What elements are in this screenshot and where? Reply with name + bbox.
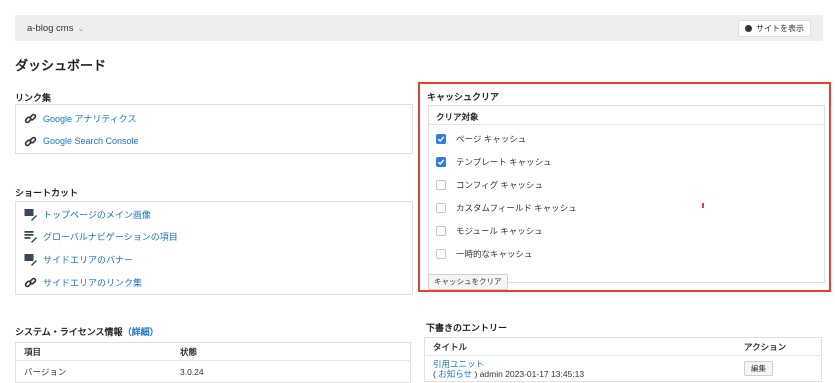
draft-action-cell: 編集 xyxy=(736,356,822,382)
cache-option-config[interactable]: コンフィグ キャッシュ xyxy=(436,178,543,192)
shortcut-label: サイドエリアのリンク集 xyxy=(43,277,143,288)
image-edit-icon xyxy=(24,208,37,221)
system-detail-link[interactable]: （詳細） xyxy=(123,327,159,337)
system-table: 項目 状態 バージョン 3.0.24 xyxy=(15,342,411,383)
draft-author-date: admin 2023-01-17 13:45:13 xyxy=(479,368,585,379)
system-title-label: システム・ライセンス情報 xyxy=(15,327,123,337)
site-topbar: a-blog cms ⌄ サイトを表示 xyxy=(15,15,823,41)
cache-clear-panel: キャッシュクリア クリア対象 ページ キャッシュ テンプレート キャッシュ コン… xyxy=(418,82,831,292)
drafts-table: タイトル アクション 引用ユニット ( お知らせ ) admin 2023-01… xyxy=(424,337,822,382)
checkbox-unchecked[interactable] xyxy=(436,180,446,190)
link-icon xyxy=(24,135,37,148)
link-icon xyxy=(24,112,37,125)
clear-cache-button[interactable]: キャッシュをクリア xyxy=(428,274,508,290)
checkbox-checked[interactable] xyxy=(436,134,446,144)
page-title: ダッシュボード xyxy=(15,58,107,73)
checkbox-unchecked[interactable] xyxy=(436,203,446,213)
shortcuts-section-title: ショートカット xyxy=(15,188,79,198)
cache-option-customfield[interactable]: カスタムフィールド キャッシュ xyxy=(436,201,577,215)
site-switcher[interactable]: a-blog cms ⌄ xyxy=(27,23,84,34)
annotation-mark xyxy=(702,203,704,208)
draft-category-open: ( xyxy=(433,368,436,379)
shortcut-label: トップページのメイン画像 xyxy=(43,209,151,220)
draft-category-link[interactable]: お知らせ xyxy=(438,369,472,379)
list-edit-icon xyxy=(24,230,37,243)
column-header: 項目 xyxy=(24,346,42,357)
table-header-row: 項目 状態 xyxy=(15,343,411,361)
globe-icon xyxy=(745,25,752,32)
shortcuts-box: トップページのメイン画像 グローバルナビゲーションの項目 サイドエリアのバナー … xyxy=(15,201,413,295)
table-header-row: タイトル アクション xyxy=(424,338,822,356)
site-name-label: a-blog cms xyxy=(27,23,74,34)
cache-options-box: クリア対象 ページ キャッシュ テンプレート キャッシュ コンフィグ キャッシュ… xyxy=(428,105,825,283)
column-header: 状態 xyxy=(180,346,198,357)
link-label: Google アナリティクス xyxy=(43,113,137,124)
table-row: バージョン 3.0.24 xyxy=(16,361,411,383)
draft-entry-cell: 引用ユニット ( お知らせ ) admin 2023-01-17 13:45:1… xyxy=(425,356,737,382)
cache-option-label: ページ キャッシュ xyxy=(456,134,527,144)
cache-option-temporary[interactable]: 一時的なキャッシュ xyxy=(436,247,533,261)
links-box: Google アナリティクス Google Search Console xyxy=(15,104,413,154)
links-section-title: リンク集 xyxy=(15,93,52,103)
cache-option-template[interactable]: テンプレート キャッシュ xyxy=(436,155,552,169)
cache-option-page[interactable]: ページ キャッシュ xyxy=(436,132,526,146)
shortcut-top-main-image[interactable]: トップページのメイン画像 xyxy=(24,207,151,221)
cache-target-header: クリア対象 xyxy=(429,106,824,125)
image-edit-icon xyxy=(24,253,37,266)
draft-entry-title[interactable]: 引用ユニット xyxy=(433,359,728,369)
draft-category-close: ) xyxy=(474,368,478,379)
draft-entry-meta: ( お知らせ ) admin 2023-01-17 13:45:13 xyxy=(433,369,728,379)
table-cell: 3.0.24 xyxy=(180,366,204,377)
link-google-analytics[interactable]: Google アナリティクス xyxy=(24,111,137,125)
shortcut-side-banner[interactable]: サイドエリアのバナー xyxy=(24,252,133,266)
edit-button[interactable]: 編集 xyxy=(744,361,773,376)
checkbox-checked[interactable] xyxy=(436,157,446,167)
checkbox-unchecked[interactable] xyxy=(436,249,446,259)
link-google-search-console[interactable]: Google Search Console xyxy=(24,134,139,148)
cache-option-module[interactable]: モジュール キャッシュ xyxy=(436,224,543,238)
checkbox-unchecked[interactable] xyxy=(436,226,446,236)
cache-option-label: コンフィグ キャッシュ xyxy=(456,180,543,190)
view-site-label: サイトを表示 xyxy=(756,24,804,33)
system-section-title: システム・ライセンス情報（詳細） xyxy=(15,325,159,338)
view-site-button[interactable]: サイトを表示 xyxy=(738,20,811,37)
link-label: Google Search Console xyxy=(43,136,139,146)
table-cell: バージョン xyxy=(24,366,67,377)
chevron-down-icon: ⌄ xyxy=(77,24,85,33)
shortcut-side-links[interactable]: サイドエリアのリンク集 xyxy=(24,275,142,289)
link-icon xyxy=(24,276,37,289)
cache-option-label: 一時的なキャッシュ xyxy=(456,249,533,259)
shortcut-label: グローバルナビゲーションの項目 xyxy=(43,231,178,242)
cache-target-header-label: クリア対象 xyxy=(436,112,479,122)
column-header: アクション xyxy=(744,341,787,352)
cache-option-label: テンプレート キャッシュ xyxy=(456,157,552,167)
shortcut-global-nav[interactable]: グローバルナビゲーションの項目 xyxy=(24,229,178,243)
drafts-section-title: 下書きのエントリー xyxy=(426,323,508,333)
cache-option-label: モジュール キャッシュ xyxy=(456,226,543,236)
cache-section-title: キャッシュクリア xyxy=(427,92,500,102)
cache-option-label: カスタムフィールド キャッシュ xyxy=(456,203,577,213)
shortcut-label: サイドエリアのバナー xyxy=(43,254,134,265)
table-row: 引用ユニット ( お知らせ ) admin 2023-01-17 13:45:1… xyxy=(425,356,822,382)
column-header: タイトル xyxy=(433,341,468,352)
